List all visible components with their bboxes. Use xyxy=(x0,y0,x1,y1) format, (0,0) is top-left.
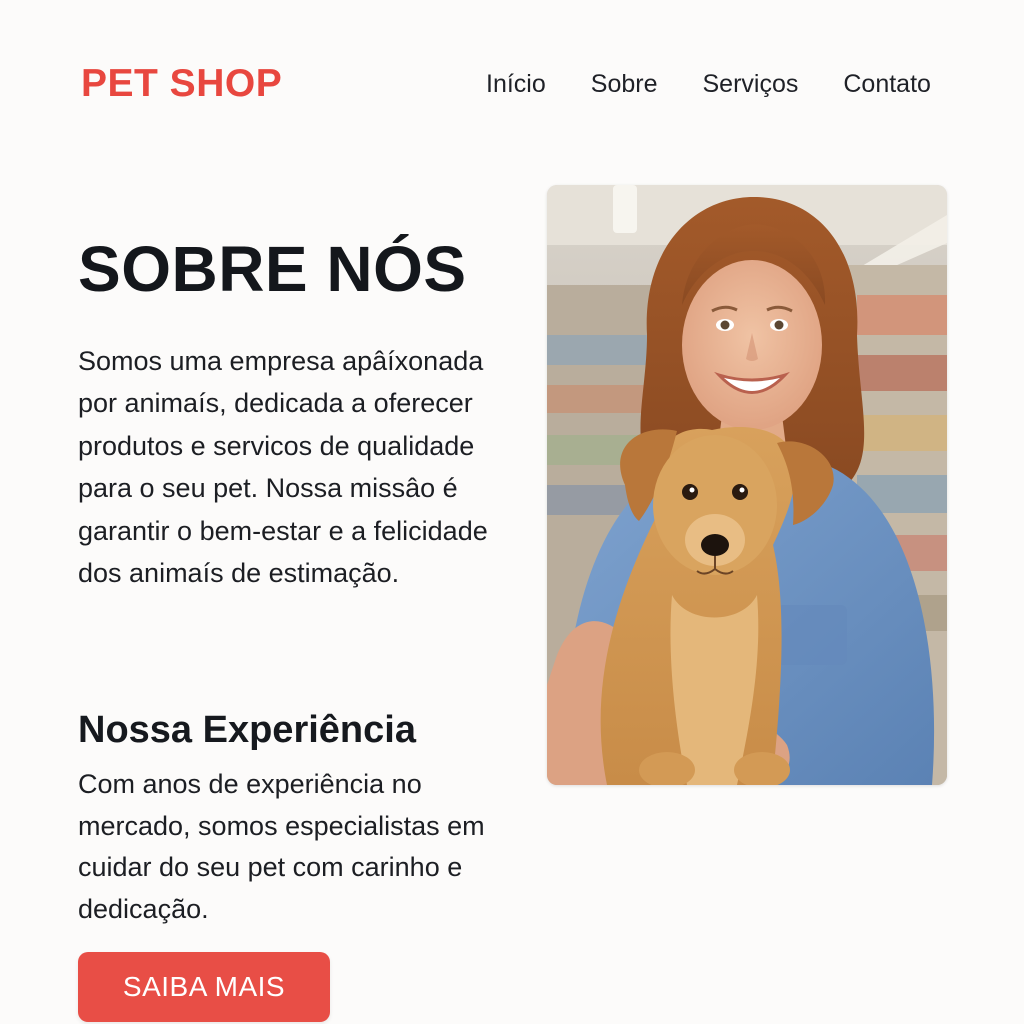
saiba-mais-button[interactable]: SAIBA MAIS xyxy=(78,952,330,1022)
main-nav: Início Sobre Serviços Contato xyxy=(486,70,931,99)
nav-link-sobre[interactable]: Sobre xyxy=(591,70,658,99)
page: PET SHOP Início Sobre Serviços Contato S… xyxy=(0,0,1024,1024)
nav-link-contato[interactable]: Contato xyxy=(843,70,931,99)
experience-heading: Nossa Experiência xyxy=(78,709,416,751)
nav-link-servicos[interactable]: Serviços xyxy=(702,70,798,99)
page-title: SOBRE NÓS xyxy=(78,233,467,305)
staff-with-dog-photo xyxy=(547,185,947,785)
experience-paragraph: Com anos de experiência no mercado, somo… xyxy=(78,769,485,924)
intro-paragraph: Somos uma empresa apâíxonada por animaís… xyxy=(78,346,488,589)
nav-link-inicio[interactable]: Início xyxy=(486,70,546,99)
logo[interactable]: PET SHOP xyxy=(81,62,282,106)
